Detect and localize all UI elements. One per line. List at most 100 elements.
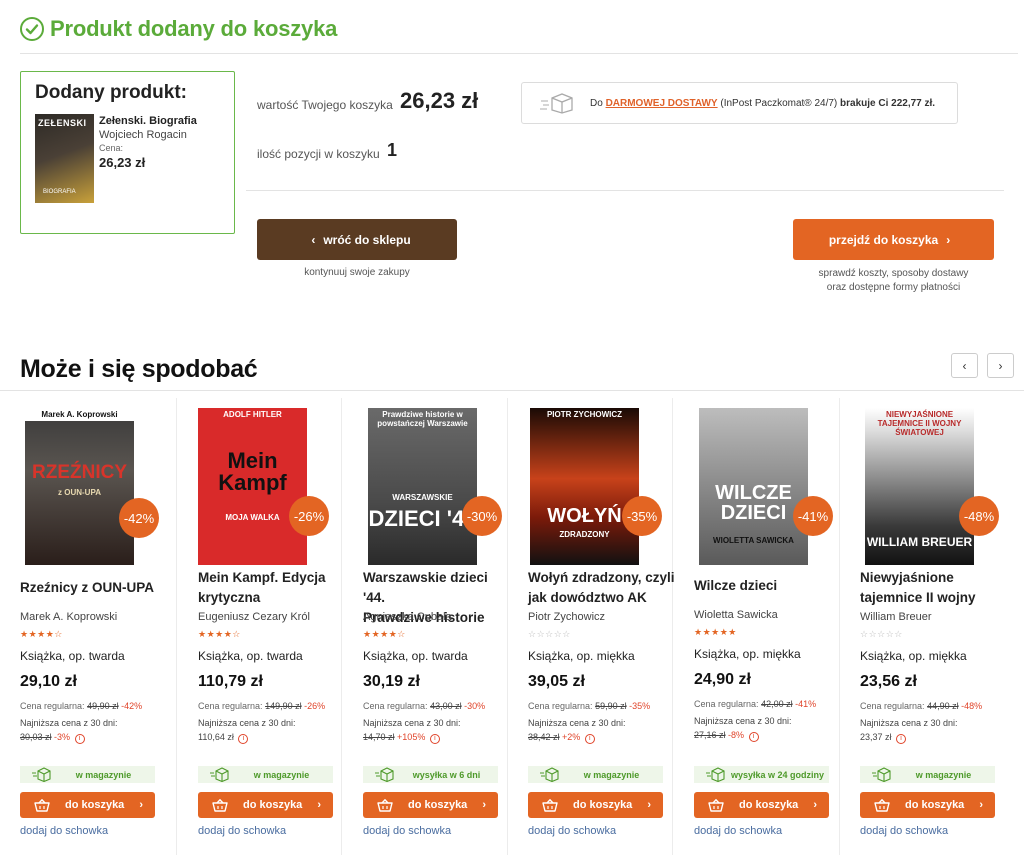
delivery-box-icon [540,93,573,114]
product-cover[interactable]: WILCZE DZIECI WIOLETTA SAWICKA [699,408,808,565]
product-author[interactable]: Marek A. Koprowski [20,611,117,623]
success-header: Produkt dodany do koszyka [20,16,337,42]
info-icon[interactable]: i [584,734,595,744]
info-icon[interactable]: i [238,734,249,744]
product-cover[interactable]: PIOTR ZYCHOWICZ WOŁYŃ ZDRADZONY [530,408,639,565]
availability-badge: w magazynie [528,766,663,783]
info-icon[interactable]: i [748,732,759,742]
availability-badge: wysyłka w 24 godziny [694,766,829,783]
rating-stars-icon: ★★★★★ [694,627,737,637]
product-price: 110,79 zł [198,673,263,690]
product-cover[interactable]: ADOLF HITLER Mein Kampf MOJA WALKA [198,408,307,565]
basket-icon [377,798,393,812]
lowest-price-label: Najniższa cena z 30 dni: [860,718,958,728]
add-to-wishlist-link[interactable]: dodaj do schowka [694,825,782,837]
product-format: Książka, op. miękka [528,649,635,663]
added-product-title: Dodany produkt: [35,82,187,103]
product-author[interactable]: William Breuer [860,611,932,623]
add-to-wishlist-link[interactable]: dodaj do schowka [363,825,451,837]
divider [246,190,1004,191]
add-to-wishlist-link[interactable]: dodaj do schowka [860,825,948,837]
check-circle-icon [20,17,44,41]
cover-title: WILLIAM BREUER [866,535,973,549]
add-to-wishlist-link[interactable]: dodaj do schowka [20,825,108,837]
add-to-cart-button[interactable]: do koszyka › [198,792,333,818]
add-to-cart-button[interactable]: do koszyka › [528,792,663,818]
add-to-wishlist-link[interactable]: dodaj do schowka [528,825,616,837]
added-product-author: Wojciech Rogacin [99,129,187,141]
package-icon [32,767,51,782]
product-cover[interactable]: NIEWYJAŚNIONE TAJEMNICE II WOJNY ŚWIATOW… [865,408,974,565]
product-cover[interactable]: Prawdziwe historie w powstańczej Warszaw… [368,408,477,565]
cover-top-text: Prawdziwe historie w powstańczej Warszaw… [377,410,468,428]
chevron-right-icon: › [139,799,143,811]
cover-subtitle: WARSZAWSKIE [392,493,453,502]
product-title[interactable]: Mein Kampf. Edycja krytyczna [198,568,346,608]
add-to-wishlist-link[interactable]: dodaj do schowka [198,825,286,837]
added-product-price-label: Cena: [99,143,124,153]
cover-title: WILCZE DZIECI [715,482,792,524]
discount-badge: -26% [289,496,329,536]
basket-icon [708,798,724,812]
rating-stars-icon: ★★★★☆ [198,629,241,639]
divider [0,390,1024,391]
regular-price: Cena regularna: 42,00 zł -41% [694,699,817,709]
product-title[interactable]: Wilcze dzieci [694,576,842,596]
add-to-cart-button[interactable]: do koszyka › [860,792,995,818]
carousel-prev-button[interactable]: ‹ [951,353,978,378]
regular-price: Cena regularna: 59,90 zł -35% [528,701,651,711]
regular-price: Cena regularna: 43,00 zł -30% [363,701,486,711]
product-author[interactable]: Agnieszka Cubała [363,611,452,623]
product-card: PIOTR ZYCHOWICZ WOŁYŃ ZDRADZONY -35% Woł… [528,398,678,855]
package-icon [375,767,394,782]
discount-badge: -30% [462,496,502,536]
free-delivery-box: Do DARMOWEJ DOSTAWY (InPost Paczkomat® 2… [521,82,958,124]
discount-badge: -42% [119,498,159,538]
chevron-right-icon: › [317,799,321,811]
discount-badge: -41% [793,496,833,536]
chevron-right-icon: › [482,799,486,811]
added-product-price: 26,23 zł [99,155,146,170]
add-to-cart-button[interactable]: do koszyka › [694,792,829,818]
added-product-cover[interactable]: ZEŁENSKI BIOGRAFIA [35,114,94,203]
cover-top-text: ADOLF HITLER [223,410,282,419]
cart-count-label: ilość pozycji w koszyku [257,147,380,161]
cover-subtitle: z OUN-UPA [58,488,101,497]
info-icon[interactable]: i [896,734,907,744]
product-price: 39,05 zł [528,673,585,690]
info-icon[interactable]: i [429,734,440,744]
product-carousel: Marek A. Koprowski RZEŹNICY z OUN-UPA -4… [20,398,1010,855]
carousel-next-button[interactable]: › [987,353,1014,378]
product-title[interactable]: Niewyjaśnione tajemnice II wojny [860,568,1008,608]
product-title[interactable]: Rzeźnicy z OUN-UPA [20,578,168,598]
product-format: Książka, op. twarda [198,649,303,663]
product-title[interactable]: Wołyń zdradzony, czyli jak dowództwo AK [528,568,676,608]
info-icon[interactable]: i [74,734,85,744]
chevron-left-icon: ‹ [311,232,316,247]
product-price: 23,56 zł [860,673,917,690]
go-to-cart-hint: sprawdź koszty, sposoby dostawy oraz dos… [818,268,969,293]
free-delivery-link[interactable]: DARMOWEJ DOSTAWY [606,98,718,109]
added-product-name[interactable]: Zełenski. Biografia [99,115,197,127]
product-price: 24,90 zł [694,671,751,688]
cover-title: ZEŁENSKI [38,118,87,128]
chevron-right-icon: › [647,799,651,811]
product-author[interactable]: Eugeniusz Cezary Król [198,611,310,623]
cart-value: 26,23 zł [400,88,479,113]
product-cover[interactable]: Marek A. Koprowski RZEŹNICY z OUN-UPA [25,408,134,565]
cover-subtitle: BIOGRAFIA [43,189,76,195]
added-product-box: Dodany produkt: ZEŁENSKI BIOGRAFIA Zełen… [20,71,235,234]
regular-price: Cena regularna: 149,90 zł -26% [198,701,326,711]
product-author[interactable]: Piotr Zychowicz [528,611,605,623]
product-author[interactable]: Wioletta Sawicka [694,609,778,621]
back-to-shop-button[interactable]: ‹ wróć do sklepu [257,219,457,260]
lowest-price-label: Najniższa cena z 30 dni: [198,718,296,728]
add-to-cart-button[interactable]: do koszyka › [363,792,498,818]
regular-price: Cena regularna: 49,90 zł -42% [20,701,143,711]
page-title: Produkt dodany do koszyka [50,16,338,41]
availability-badge: w magazynie [860,766,995,783]
product-card: NIEWYJAŚNIONE TAJEMNICE II WOJNY ŚWIATOW… [860,398,1010,855]
add-to-cart-button[interactable]: do koszyka › [20,792,155,818]
go-to-cart-button[interactable]: przejdź do koszyka › [793,219,994,260]
discount-badge: -35% [622,496,662,536]
